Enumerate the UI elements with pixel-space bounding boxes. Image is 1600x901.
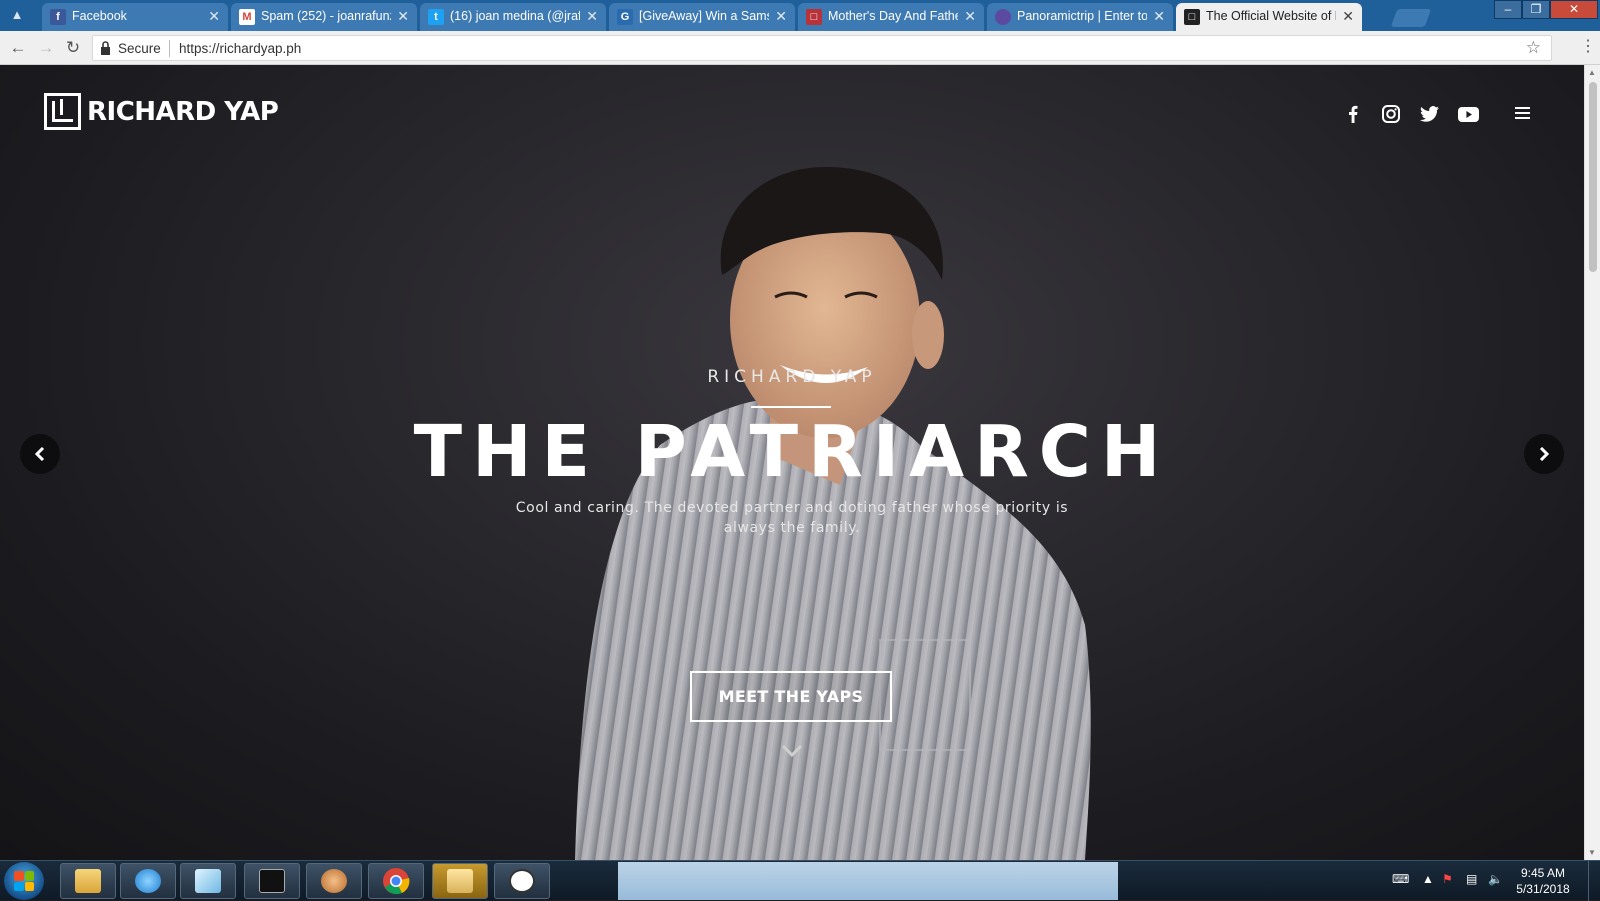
meet-the-yaps-button[interactable]: MEET THE YAPS <box>690 671 892 722</box>
close-tab-icon[interactable]: ✕ <box>1153 8 1165 24</box>
tab-facebook[interactable]: f Facebook ✕ <box>42 3 228 31</box>
reload-icon[interactable]: ↻ <box>63 38 83 58</box>
lock-icon <box>101 41 110 55</box>
windows-logo-icon <box>14 871 34 891</box>
twitter-icon: t <box>428 9 444 25</box>
panoramic-icon <box>995 9 1011 25</box>
keyboard-icon[interactable]: ⌨ <box>1392 872 1409 886</box>
page-viewport: RICHARD YAP RICHARD YAP THE PATRIARCH Co… <box>0 65 1584 860</box>
tab-title: (16) joan medina (@jrafu <box>450 9 580 23</box>
close-tab-icon[interactable]: ✕ <box>397 8 409 24</box>
restore-window-button[interactable]: ❐ <box>1522 0 1550 19</box>
back-icon[interactable]: ← <box>8 38 28 58</box>
close-tab-icon[interactable]: ✕ <box>1342 8 1354 24</box>
clock-time: 9:45 AM <box>1520 866 1566 880</box>
richard-yap-icon: □ <box>1184 9 1200 25</box>
close-tab-icon[interactable]: ✕ <box>964 8 976 24</box>
tab-title: [GiveAway] Win a Samsun <box>639 9 769 23</box>
command-prompt-icon[interactable] <box>244 863 300 899</box>
tab-title: Spam (252) - joanrafunze <box>261 9 391 23</box>
start-button[interactable] <box>4 862 44 900</box>
chrome-icon[interactable] <box>368 863 424 899</box>
archive-icon[interactable] <box>432 863 488 899</box>
hero-description: Cool and caring. The devoted partner and… <box>515 500 1069 536</box>
show-desktop-button[interactable] <box>1588 861 1600 901</box>
action-center-icon[interactable]: ⚑ <box>1442 872 1453 886</box>
logo-text: RICHARD YAP <box>87 96 279 127</box>
scrollbar-thumb[interactable] <box>1589 82 1597 272</box>
tab-title: The Official Website of Ri <box>1206 9 1336 23</box>
hero-title: THE PATRIARCH <box>413 410 1171 493</box>
forward-icon[interactable]: → <box>36 38 56 58</box>
taskbar-highlight <box>618 862 1118 900</box>
close-window-button[interactable]: ✕ <box>1550 0 1598 19</box>
close-tab-icon[interactable]: ✕ <box>208 8 220 24</box>
divider <box>169 40 170 57</box>
tab-gmail[interactable]: M Spam (252) - joanrafunze ✕ <box>231 3 417 31</box>
system-clock[interactable]: 9:45 AM 5/31/2018 <box>1508 865 1578 897</box>
network-icon[interactable]: ▤ <box>1466 872 1477 886</box>
tab-twitter[interactable]: t (16) joan medina (@jrafu ✕ <box>420 3 606 31</box>
logo-mark-icon <box>44 93 81 130</box>
facebook-icon[interactable] <box>1340 101 1366 127</box>
scroll-up-arrow-icon[interactable]: ▲ <box>1588 68 1596 77</box>
page-scrollbar[interactable]: ▲ ▼ <box>1584 65 1600 860</box>
internet-explorer-icon[interactable] <box>120 863 176 899</box>
tab-panoramictrip[interactable]: Panoramictrip | Enter to W ✕ <box>987 3 1173 31</box>
twitter-icon[interactable] <box>1416 101 1442 127</box>
close-tab-icon[interactable]: ✕ <box>586 8 598 24</box>
chrome-menu-icon[interactable]: ⋮ <box>1580 37 1596 57</box>
file-explorer-icon[interactable] <box>60 863 116 899</box>
hero-divider <box>751 406 831 408</box>
close-tab-icon[interactable]: ✕ <box>775 8 787 24</box>
page-icon: □ <box>806 9 822 25</box>
tab-mothers-day[interactable]: □ Mother's Day And Father ✕ <box>798 3 984 31</box>
site-logo[interactable]: RICHARD YAP <box>44 93 279 130</box>
hero-kicker: RICHARD YAP <box>707 367 877 387</box>
address-bar[interactable]: Secure https://richardyap.ph ☆ <box>92 35 1552 61</box>
show-hidden-icons[interactable]: ▲ <box>1422 872 1434 886</box>
instagram-icon[interactable] <box>1378 101 1404 127</box>
bookmark-star-icon[interactable]: ☆ <box>1526 38 1541 58</box>
volume-icon[interactable]: 🔈 <box>1488 872 1503 886</box>
new-tab-button[interactable] <box>1390 9 1432 27</box>
tab-giveaway[interactable]: G [GiveAway] Win a Samsun ✕ <box>609 3 795 31</box>
notepad-icon[interactable] <box>180 863 236 899</box>
browser-tab-strip: ▲ f Facebook ✕ M Spam (252) - joanrafunz… <box>0 0 1600 31</box>
tab-richard-yap[interactable]: □ The Official Website of Ri ✕ <box>1176 3 1362 31</box>
url-text[interactable]: https://richardyap.ph <box>179 41 301 56</box>
windows-taskbar: ⌨ ▲ ⚑ ▤ 🔈 9:45 AM 5/31/2018 <box>0 860 1600 901</box>
tab-title: Panoramictrip | Enter to W <box>1017 9 1147 23</box>
scroll-down-arrow-icon[interactable]: ▼ <box>1588 848 1596 857</box>
tab-title: Facebook <box>72 9 127 23</box>
gmail-icon: M <box>239 9 255 25</box>
clock-date: 5/31/2018 <box>1516 882 1570 896</box>
secure-label: Secure <box>118 41 161 56</box>
phone-app-icon[interactable] <box>494 863 550 899</box>
youtube-icon[interactable] <box>1455 101 1481 127</box>
profile-icon[interactable]: ▲ <box>6 5 28 25</box>
facebook-icon: f <box>50 9 66 25</box>
browser-toolbar: ← → ↻ Secure https://richardyap.ph ☆ ⋮ <box>0 31 1600 65</box>
scroll-down-icon[interactable] <box>781 744 803 758</box>
minimize-window-button[interactable]: – <box>1494 0 1522 19</box>
giveaway-icon: G <box>617 9 633 25</box>
tab-title: Mother's Day And Father <box>828 9 958 23</box>
bandicam-icon[interactable] <box>306 863 362 899</box>
hamburger-menu-icon[interactable] <box>1515 107 1530 119</box>
